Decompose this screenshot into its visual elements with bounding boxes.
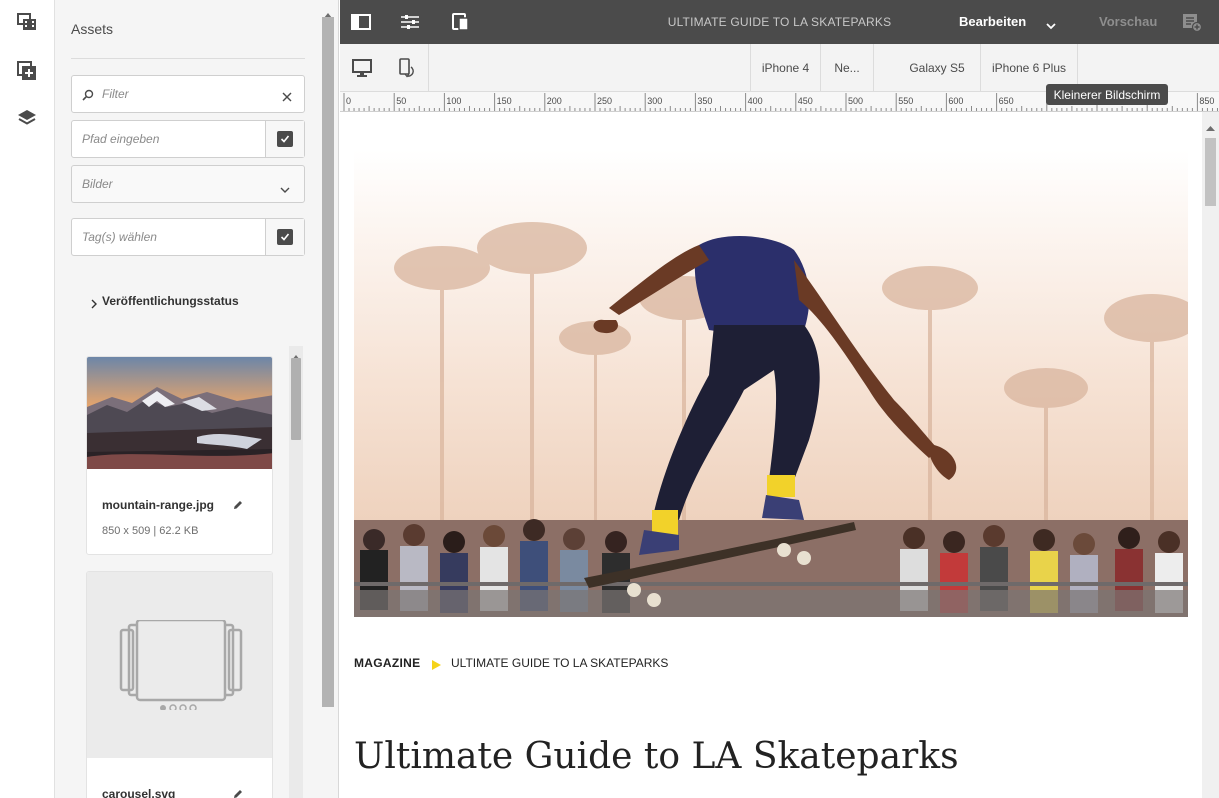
carousel-placeholder-icon <box>87 572 272 758</box>
asset-name: mountain-range.jpg <box>102 498 214 512</box>
page-scrollbar[interactable] <box>1202 112 1219 798</box>
asset-list-scrollbar[interactable] <box>289 346 303 798</box>
editor-toolbar: ULTIMATE GUIDE TO LA SKATEPARKS Bearbeit… <box>340 0 1219 44</box>
asset-meta: 850 x 509 | 62.2 KB <box>102 525 199 537</box>
breadcrumb-current: ULTIMATE GUIDE TO LA SKATEPARKS <box>451 656 669 670</box>
ruler-label: 100 <box>446 96 461 106</box>
ruler-label: 250 <box>597 96 612 106</box>
tags-field[interactable]: Tag(s) wählen <box>71 218 305 256</box>
asset-thumbnail <box>87 357 272 469</box>
ruler-label: 300 <box>647 96 662 106</box>
preview-button[interactable]: Vorschau <box>1099 14 1157 29</box>
ruler-label: 500 <box>848 96 863 106</box>
ruler-label: 350 <box>697 96 712 106</box>
clear-icon[interactable] <box>282 89 292 102</box>
emulator-controls <box>340 44 429 92</box>
ruler-label: 400 <box>748 96 763 106</box>
divider <box>71 58 305 59</box>
breadcrumb-parent[interactable]: MAGAZINE <box>354 656 420 670</box>
panel-title: Assets <box>71 21 114 37</box>
scrollbar-thumb[interactable] <box>322 17 334 707</box>
asset-name: carousel.svg <box>102 787 176 798</box>
breadcrumb-arrow-icon <box>432 657 441 670</box>
path-browse-button[interactable] <box>265 121 304 157</box>
components-icon[interactable] <box>16 60 38 82</box>
device-nexus[interactable]: Ne... <box>820 44 873 92</box>
ruler-label: 150 <box>497 96 512 106</box>
page-canvas[interactable]: MAGAZINE ULTIMATE GUIDE TO LA SKATEPARKS… <box>340 112 1202 798</box>
device-iphone-4[interactable]: iPhone 4 <box>750 44 820 92</box>
chevron-right-icon[interactable] <box>90 296 98 309</box>
ruler-label: 200 <box>547 96 562 106</box>
panel-scrollbar[interactable] <box>321 0 335 798</box>
chevron-down-icon <box>280 181 290 193</box>
checkbox-icon <box>277 131 293 147</box>
scroll-up-icon[interactable] <box>1206 118 1215 131</box>
search-icon <box>82 88 94 101</box>
asset-type-value: Bilder <box>82 177 113 191</box>
assets-icon[interactable] <box>16 11 38 33</box>
side-rail <box>0 0 55 798</box>
scrollbar-thumb[interactable] <box>1205 138 1216 206</box>
scroll-up-icon[interactable] <box>292 347 300 360</box>
publication-status-toggle[interactable]: Veröffentlichungsstatus <box>102 294 239 308</box>
device-galaxy-s5[interactable]: Galaxy S5 <box>873 44 980 92</box>
ruler-label: 450 <box>798 96 813 106</box>
annotations-icon[interactable] <box>1182 12 1202 32</box>
rotate-device-icon[interactable] <box>397 58 417 78</box>
assets-panel: Assets Filter Pfad eingeben Bilder Tag(s… <box>55 0 339 798</box>
ruler-label: 650 <box>999 96 1014 106</box>
scrollbar-thumb[interactable] <box>291 358 301 440</box>
desktop-icon[interactable] <box>352 58 372 78</box>
content-tree-icon[interactable] <box>16 107 38 129</box>
checkbox-icon <box>277 229 293 245</box>
filter-input[interactable]: Filter <box>71 75 305 113</box>
ruler-label: 600 <box>948 96 963 106</box>
chevron-down-icon[interactable] <box>1046 17 1056 30</box>
asset-card[interactable]: carousel.svg <box>86 571 273 798</box>
scroll-up-icon[interactable] <box>324 5 332 18</box>
mode-select[interactable]: Bearbeiten <box>959 14 1026 29</box>
hero-image[interactable] <box>354 150 1188 617</box>
asset-type-select[interactable]: Bilder <box>71 165 305 203</box>
ruler-label: 50 <box>396 96 406 106</box>
tags-browse-button[interactable] <box>265 219 304 255</box>
filter-placeholder: Filter <box>102 87 129 101</box>
path-placeholder: Pfad eingeben <box>82 132 160 146</box>
ruler-label: 0 <box>346 96 351 106</box>
asset-card[interactable]: mountain-range.jpg 850 x 509 | 62.2 KB <box>86 356 273 555</box>
ruler-label: 850 <box>1199 96 1214 106</box>
pencil-icon[interactable] <box>232 498 244 510</box>
page-title: ULTIMATE GUIDE TO LA SKATEPARKS <box>667 15 892 29</box>
path-field[interactable]: Pfad eingeben <box>71 120 305 158</box>
tags-placeholder: Tag(s) wählen <box>82 230 157 244</box>
page-heading: Ultimate Guide to LA Skateparks <box>354 736 959 777</box>
ruler-label: 550 <box>898 96 913 106</box>
tooltip: Kleinerer Bildschirm <box>1046 84 1168 105</box>
pencil-icon[interactable] <box>232 787 244 798</box>
